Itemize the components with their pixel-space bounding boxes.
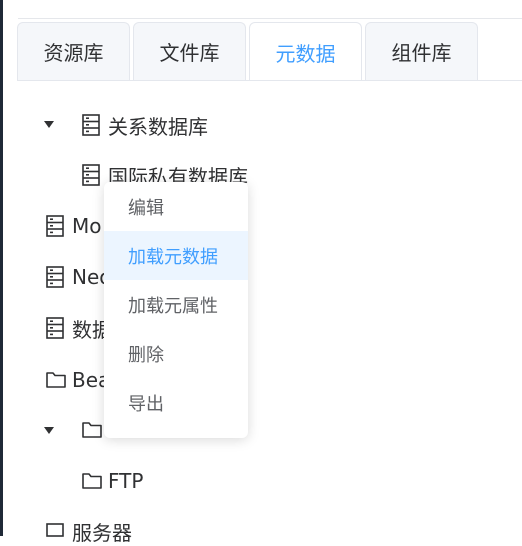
tree-node-label: 关系数据库 <box>108 114 208 139</box>
window-left-edge <box>0 0 3 536</box>
tree-node-data[interactable]: 数据 <box>46 313 112 343</box>
tab-component-library[interactable]: 组件库 <box>365 22 478 80</box>
folder-icon <box>82 470 102 492</box>
tree-node-bea[interactable]: Bea <box>46 365 110 395</box>
database-icon <box>46 266 64 288</box>
server-icon <box>46 520 64 542</box>
tab-resource-library[interactable]: 资源库 <box>17 22 130 80</box>
menu-item-load-meta-attributes[interactable]: 加载元属性 <box>104 280 248 329</box>
expand-caret-icon[interactable] <box>44 427 54 434</box>
database-icon <box>82 114 100 136</box>
context-menu: 编辑 加载元数据 加载元属性 删除 导出 <box>104 182 248 438</box>
tree-node-label: FTP <box>108 469 144 493</box>
menu-item-load-metadata[interactable]: 加载元数据 <box>104 231 248 280</box>
top-divider <box>18 18 522 19</box>
tree-node-label: Mo <box>72 214 102 238</box>
expand-caret-icon[interactable] <box>44 121 54 128</box>
tree-node-neo[interactable]: Neo <box>46 262 112 292</box>
tab-file-library[interactable]: 文件库 <box>133 22 246 80</box>
tab-bar: 资源库 文件库 元数据 组件库 <box>17 22 522 81</box>
menu-item-delete[interactable]: 删除 <box>104 329 248 378</box>
tree-node-ftp[interactable]: FTP <box>82 466 143 496</box>
folder-icon <box>82 419 102 441</box>
tab-baseline <box>17 80 522 81</box>
database-icon <box>46 215 64 237</box>
tree-node-mongo[interactable]: Mo <box>46 211 102 241</box>
tab-metadata[interactable]: 元数据 <box>249 22 362 81</box>
tree-node-servers[interactable]: 服务器 <box>46 516 132 546</box>
menu-item-export[interactable]: 导出 <box>104 378 248 427</box>
tree-node-label: 服务器 <box>72 520 132 545</box>
folder-icon <box>46 369 66 391</box>
database-icon <box>46 317 64 339</box>
database-icon <box>82 164 100 186</box>
menu-item-edit[interactable]: 编辑 <box>104 182 248 231</box>
tree-node-relational-db[interactable]: 关系数据库 <box>82 110 208 140</box>
